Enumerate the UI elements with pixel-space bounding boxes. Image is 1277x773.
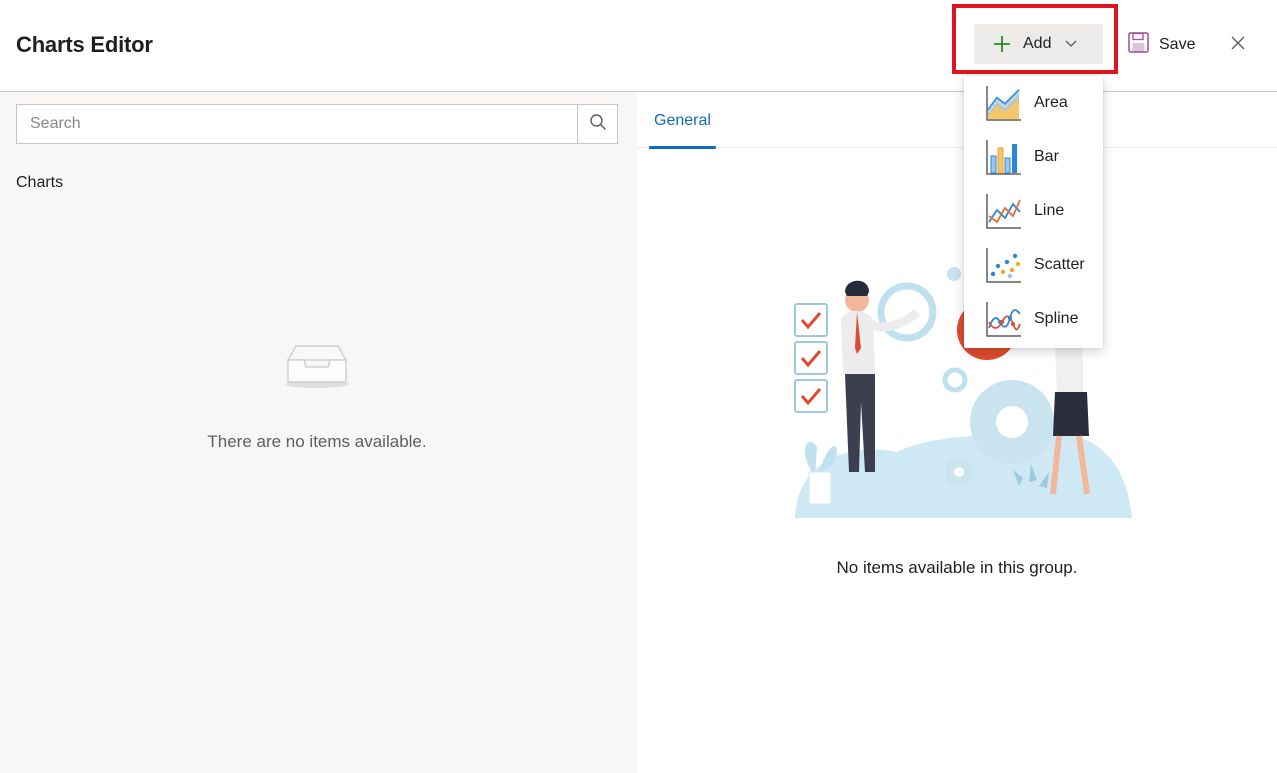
save-button-label: Save [1159, 36, 1196, 53]
save-icon [1128, 32, 1149, 58]
plus-icon [992, 34, 1012, 54]
charts-section-label: Charts [16, 174, 64, 191]
tab-selected-indicator [649, 146, 716, 149]
menu-item-line[interactable]: Line [964, 184, 1103, 238]
line-chart-icon [985, 192, 1023, 230]
search-button[interactable] [577, 105, 617, 143]
menu-item-label: Area [1034, 94, 1068, 111]
add-button-label: Add [1023, 35, 1052, 52]
details-pane: General No items available in this group… [637, 92, 1277, 773]
menu-item-label: Spline [1034, 310, 1079, 327]
save-button[interactable]: Save [1128, 32, 1195, 58]
add-button[interactable]: Add [974, 24, 1103, 64]
tab-general[interactable]: General [649, 92, 716, 149]
menu-item-area[interactable]: Area [964, 76, 1103, 130]
close-icon [1231, 36, 1245, 55]
empty-state-text: There are no items available. [207, 432, 427, 451]
empty-inbox-icon [282, 340, 352, 390]
charts-editor-window: Charts Editor Add Save Search Charts The… [0, 0, 1277, 773]
menu-item-bar[interactable]: Bar [964, 130, 1103, 184]
chevron-down-icon [1065, 37, 1079, 51]
bar-chart-icon [985, 138, 1023, 176]
menu-item-label: Line [1034, 202, 1065, 219]
close-button[interactable] [1228, 35, 1248, 55]
search-box [16, 104, 618, 144]
search-icon [589, 113, 607, 136]
search-input[interactable] [17, 105, 577, 143]
no-items-text: No items available in this group. [836, 558, 1078, 577]
tab-bar: General [637, 92, 1277, 149]
menu-item-label: Bar [1034, 148, 1059, 165]
spline-chart-icon [985, 300, 1023, 338]
tab-general-label: General [654, 112, 711, 129]
area-chart-icon [985, 84, 1023, 122]
scatter-chart-icon [985, 246, 1023, 284]
menu-item-spline[interactable]: Spline [964, 292, 1103, 346]
menu-item-scatter[interactable]: Scatter [964, 238, 1103, 292]
charts-list-pane: Charts There are no items available. [0, 92, 637, 773]
menu-item-label: Scatter [1034, 256, 1085, 273]
add-chart-menu: Area Bar Line Scatter Spline [964, 76, 1103, 348]
page-title: Charts Editor [16, 32, 153, 57]
